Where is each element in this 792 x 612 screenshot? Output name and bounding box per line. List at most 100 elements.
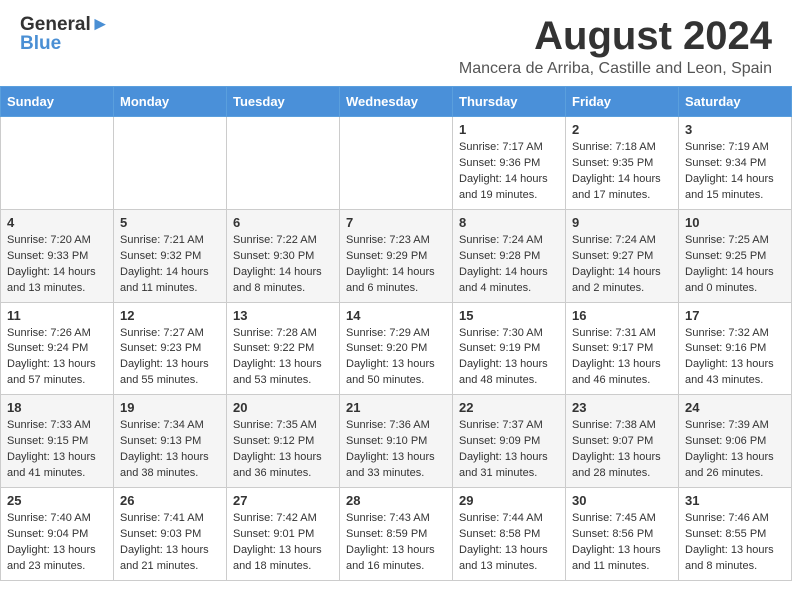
day-cell: 1 Sunrise: 7:17 AM Sunset: 9:36 PM Daylig… — [453, 117, 566, 210]
calendar-table: SundayMondayTuesdayWednesdayThursdayFrid… — [0, 86, 792, 581]
day-number: 1 — [459, 122, 559, 137]
day-info: Sunrise: 7:29 AM Sunset: 9:20 PM Dayligh… — [346, 326, 446, 390]
day-cell: 14Sunrise: 7:29 AM Sunset: 9:20 PM Dayli… — [340, 302, 453, 395]
day-info: Sunrise: 7:20 AM Sunset: 9:33 PM Dayligh… — [7, 233, 107, 297]
day-number: 28 — [346, 493, 446, 508]
day-cell: 27 Sunrise: 7:42 AM Sunset: 9:01 PM Dayli… — [227, 488, 340, 581]
day-number: 10 — [685, 215, 785, 230]
day-info: Sunrise: 7:42 AM Sunset: 9:01 PM Dayligh… — [233, 511, 333, 575]
week-row-4: 25 Sunrise: 7:40 AM Sunset: 9:04 PM Dayli… — [1, 488, 792, 581]
day-info: Sunrise: 7:35 AM Sunset: 9:12 PM Dayligh… — [233, 418, 333, 482]
day-cell: 26 Sunrise: 7:41 AM Sunset: 9:03 PM Dayli… — [114, 488, 227, 581]
day-cell: 18 Sunrise: 7:33 AM Sunset: 9:15 PM Dayli… — [1, 395, 114, 488]
day-cell: 3Sunrise: 7:19 AM Sunset: 9:34 PM Daylig… — [679, 117, 792, 210]
day-info: Sunrise: 7:41 AM Sunset: 9:03 PM Dayligh… — [120, 511, 220, 575]
location: Mancera de Arriba, Castille and Leon, Sp… — [459, 60, 772, 78]
day-cell: 7Sunrise: 7:23 AM Sunset: 9:29 PM Daylig… — [340, 209, 453, 302]
day-headers-row: SundayMondayTuesdayWednesdayThursdayFrid… — [1, 87, 792, 117]
day-number: 4 — [7, 215, 107, 230]
day-header-saturday: Saturday — [679, 87, 792, 117]
calendar-body: 1 Sunrise: 7:17 AM Sunset: 9:36 PM Daylig… — [1, 117, 792, 581]
logo-line2: Blue — [20, 33, 110, 55]
day-number: 25 — [7, 493, 107, 508]
day-info: Sunrise: 7:28 AM Sunset: 9:22 PM Dayligh… — [233, 326, 333, 390]
day-info: Sunrise: 7:21 AM Sunset: 9:32 PM Dayligh… — [120, 233, 220, 297]
day-header-thursday: Thursday — [453, 87, 566, 117]
page-header: General► Blue August 2024 Mancera de Arr… — [0, 0, 792, 86]
week-row-3: 18 Sunrise: 7:33 AM Sunset: 9:15 PM Dayli… — [1, 395, 792, 488]
day-info: Sunrise: 7:33 AM Sunset: 9:15 PM Dayligh… — [7, 418, 107, 482]
day-info: Sunrise: 7:40 AM Sunset: 9:04 PM Dayligh… — [7, 511, 107, 575]
week-row-0: 1 Sunrise: 7:17 AM Sunset: 9:36 PM Daylig… — [1, 117, 792, 210]
day-cell: 29Sunrise: 7:44 AM Sunset: 8:58 PM Dayli… — [453, 488, 566, 581]
day-info: Sunrise: 7:32 AM Sunset: 9:16 PM Dayligh… — [685, 326, 785, 390]
day-info: Sunrise: 7:27 AM Sunset: 9:23 PM Dayligh… — [120, 326, 220, 390]
day-cell: 30 Sunrise: 7:45 AM Sunset: 8:56 PM Dayli… — [566, 488, 679, 581]
day-number: 26 — [120, 493, 220, 508]
day-info: Sunrise: 7:26 AM Sunset: 9:24 PM Dayligh… — [7, 326, 107, 390]
day-info: Sunrise: 7:25 AM Sunset: 9:25 PM Dayligh… — [685, 233, 785, 297]
day-number: 17 — [685, 308, 785, 323]
day-cell: 9Sunrise: 7:24 AM Sunset: 9:27 PM Daylig… — [566, 209, 679, 302]
day-cell: 13 Sunrise: 7:28 AM Sunset: 9:22 PM Dayli… — [227, 302, 340, 395]
day-number: 18 — [7, 400, 107, 415]
day-cell: 16 Sunrise: 7:31 AM Sunset: 9:17 PM Dayli… — [566, 302, 679, 395]
day-number: 31 — [685, 493, 785, 508]
day-cell: 31 Sunrise: 7:46 AM Sunset: 8:55 PM Dayli… — [679, 488, 792, 581]
day-cell: 17 Sunrise: 7:32 AM Sunset: 9:16 PM Dayli… — [679, 302, 792, 395]
day-cell: 8Sunrise: 7:24 AM Sunset: 9:28 PM Daylig… — [453, 209, 566, 302]
day-cell: 5 Sunrise: 7:21 AM Sunset: 9:32 PM Daylig… — [114, 209, 227, 302]
day-cell — [227, 117, 340, 210]
day-cell: 25 Sunrise: 7:40 AM Sunset: 9:04 PM Dayli… — [1, 488, 114, 581]
day-cell — [114, 117, 227, 210]
day-number: 11 — [7, 308, 107, 323]
day-number: 30 — [572, 493, 672, 508]
day-header-friday: Friday — [566, 87, 679, 117]
day-info: Sunrise: 7:18 AM Sunset: 9:35 PM Dayligh… — [572, 140, 672, 204]
day-cell: 11 Sunrise: 7:26 AM Sunset: 9:24 PM Dayli… — [1, 302, 114, 395]
day-cell: 15Sunrise: 7:30 AM Sunset: 9:19 PM Dayli… — [453, 302, 566, 395]
day-number: 19 — [120, 400, 220, 415]
day-header-sunday: Sunday — [1, 87, 114, 117]
day-number: 13 — [233, 308, 333, 323]
day-cell: 2 Sunrise: 7:18 AM Sunset: 9:35 PM Daylig… — [566, 117, 679, 210]
week-row-2: 11 Sunrise: 7:26 AM Sunset: 9:24 PM Dayli… — [1, 302, 792, 395]
day-number: 23 — [572, 400, 672, 415]
day-cell: 20 Sunrise: 7:35 AM Sunset: 9:12 PM Dayli… — [227, 395, 340, 488]
day-info: Sunrise: 7:17 AM Sunset: 9:36 PM Dayligh… — [459, 140, 559, 204]
day-number: 12 — [120, 308, 220, 323]
day-cell: 24Sunrise: 7:39 AM Sunset: 9:06 PM Dayli… — [679, 395, 792, 488]
day-number: 22 — [459, 400, 559, 415]
day-info: Sunrise: 7:23 AM Sunset: 9:29 PM Dayligh… — [346, 233, 446, 297]
day-header-wednesday: Wednesday — [340, 87, 453, 117]
day-cell: 12 Sunrise: 7:27 AM Sunset: 9:23 PM Dayli… — [114, 302, 227, 395]
day-info: Sunrise: 7:24 AM Sunset: 9:27 PM Dayligh… — [572, 233, 672, 297]
title-area: August 2024 Mancera de Arriba, Castille … — [459, 14, 772, 78]
day-number: 20 — [233, 400, 333, 415]
day-number: 16 — [572, 308, 672, 323]
day-number: 3 — [685, 122, 785, 137]
day-info: Sunrise: 7:45 AM Sunset: 8:56 PM Dayligh… — [572, 511, 672, 575]
day-cell: 4 Sunrise: 7:20 AM Sunset: 9:33 PM Daylig… — [1, 209, 114, 302]
day-info: Sunrise: 7:44 AM Sunset: 8:58 PM Dayligh… — [459, 511, 559, 575]
day-number: 24 — [685, 400, 785, 415]
day-info: Sunrise: 7:46 AM Sunset: 8:55 PM Dayligh… — [685, 511, 785, 575]
day-number: 21 — [346, 400, 446, 415]
day-number: 2 — [572, 122, 672, 137]
day-info: Sunrise: 7:36 AM Sunset: 9:10 PM Dayligh… — [346, 418, 446, 482]
day-number: 5 — [120, 215, 220, 230]
day-header-tuesday: Tuesday — [227, 87, 340, 117]
day-info: Sunrise: 7:30 AM Sunset: 9:19 PM Dayligh… — [459, 326, 559, 390]
calendar-header: SundayMondayTuesdayWednesdayThursdayFrid… — [1, 87, 792, 117]
day-info: Sunrise: 7:43 AM Sunset: 8:59 PM Dayligh… — [346, 511, 446, 575]
day-info: Sunrise: 7:38 AM Sunset: 9:07 PM Dayligh… — [572, 418, 672, 482]
day-number: 27 — [233, 493, 333, 508]
logo: General► Blue — [20, 14, 110, 55]
day-cell: 23 Sunrise: 7:38 AM Sunset: 9:07 PM Dayli… — [566, 395, 679, 488]
day-info: Sunrise: 7:31 AM Sunset: 9:17 PM Dayligh… — [572, 326, 672, 390]
day-header-monday: Monday — [114, 87, 227, 117]
day-cell — [1, 117, 114, 210]
day-cell: 6Sunrise: 7:22 AM Sunset: 9:30 PM Daylig… — [227, 209, 340, 302]
month-title: August 2024 — [459, 14, 772, 58]
day-cell — [340, 117, 453, 210]
